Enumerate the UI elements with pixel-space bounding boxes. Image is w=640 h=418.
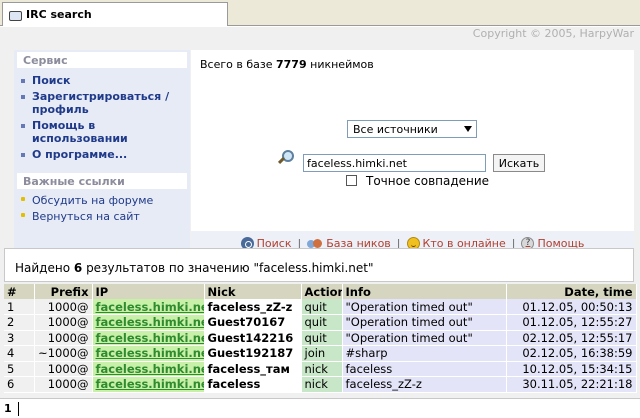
col-header-info[interactable]: Info xyxy=(342,284,507,299)
tab-strip: IRC search xyxy=(0,0,640,26)
cell-num: 5 xyxy=(4,361,35,377)
sidebar-menu: Поиск Зарегистрироваться / профиль Помощ… xyxy=(14,68,190,165)
results-summary: Найдено 6 результатов по значению "facel… xyxy=(4,248,634,282)
sidebar-item-help[interactable]: Помощь в использовании xyxy=(21,119,186,145)
table-row: 3 1000@ faceless.himki.net Guest142216 quit "… xyxy=(4,330,637,346)
results-text: Найдено 6 результатов по значению "facel… xyxy=(15,261,374,275)
bullet-icon xyxy=(21,95,25,99)
cell-num: 2 xyxy=(4,314,35,331)
cell-date: 01.12.05, 00:50:13 xyxy=(506,299,637,315)
cell-ip-link[interactable]: faceless.himki.net xyxy=(92,330,205,346)
results-count: 6 xyxy=(73,261,83,275)
total-count-text: Всего в базе 7779 никнеймов xyxy=(200,58,374,71)
bullet-icon xyxy=(21,197,25,201)
cell-nick: Guest70167 xyxy=(204,314,302,331)
cell-info: #sharp xyxy=(342,345,507,362)
cell-prefix: 1000@ xyxy=(34,361,93,377)
search-button[interactable]: Искать xyxy=(493,154,545,172)
table-row: 4 ~1000@ faceless.himki.net Guest192187 join… xyxy=(4,345,637,362)
cell-action: nick xyxy=(301,361,343,377)
cell-info: faceless xyxy=(342,361,507,377)
table-row: 1 1000@ faceless.himki.net faceless_zZ-z qui… xyxy=(4,299,637,315)
source-select[interactable]: Все источники xyxy=(347,120,477,138)
col-header-action[interactable]: Action xyxy=(301,284,343,299)
cell-info: "Operation timed out" xyxy=(342,299,507,315)
cell-ip-link[interactable]: faceless.himki.net xyxy=(92,345,205,362)
col-header-nick[interactable]: Nick xyxy=(204,284,302,299)
sidebar-link-site[interactable]: Вернуться на сайт xyxy=(21,210,186,223)
cell-ip-link[interactable]: faceless.himki.net xyxy=(92,376,205,393)
table-row: 6 1000@ faceless.himki.net faceless nick face… xyxy=(4,376,637,393)
cell-info: "Operation timed out" xyxy=(342,314,507,331)
cell-num: 3 xyxy=(4,330,35,346)
cell-prefix: ~1000@ xyxy=(34,345,93,362)
cell-action: quit xyxy=(301,299,343,315)
bullet-icon xyxy=(21,213,25,217)
sidebar-item-about[interactable]: О программе... xyxy=(21,148,186,161)
cell-nick: faceless_там xyxy=(204,361,302,377)
cell-date: 02.12.05, 12:55:17 xyxy=(506,330,637,346)
col-header-prefix[interactable]: Prefix xyxy=(34,284,93,299)
exact-match-label: Точное совпадение xyxy=(366,174,490,188)
search-input[interactable] xyxy=(303,154,486,172)
col-header-date[interactable]: Date, time xyxy=(506,284,637,299)
sidebar: Сервис Поиск Зарегистрироваться / профил… xyxy=(14,50,190,268)
tab-title: IRC search xyxy=(26,8,92,21)
cell-date: 30.11.05, 22:21:18 xyxy=(506,376,637,393)
bullet-icon xyxy=(21,79,25,83)
cell-date: 02.12.05, 16:38:59 xyxy=(506,345,637,362)
cell-nick: faceless_zZ-z xyxy=(204,299,302,315)
cell-nick: faceless xyxy=(204,376,302,393)
table-header-row: # Prefix IP Nick Action Info Date, time xyxy=(4,284,637,299)
exact-match-checkbox[interactable] xyxy=(346,175,357,186)
cell-action: nick xyxy=(301,376,343,393)
page-icon xyxy=(8,9,22,21)
bullet-icon xyxy=(21,124,25,128)
cell-num: 6 xyxy=(4,376,35,393)
cell-action: quit xyxy=(301,314,343,331)
cell-ip-link[interactable]: faceless.himki.net xyxy=(92,314,205,331)
chevron-down-icon xyxy=(464,126,472,132)
text-caret xyxy=(17,402,19,416)
sidebar-item-search[interactable]: Поиск xyxy=(21,74,186,87)
cell-date: 01.12.05, 12:55:27 xyxy=(506,314,637,331)
sidebar-section-service: Сервис xyxy=(17,52,187,68)
cell-num: 4 xyxy=(4,345,35,362)
pager: 1 xyxy=(0,398,640,418)
sidebar-link-forum[interactable]: Обсудить на форуме xyxy=(21,194,186,207)
page-number[interactable]: 1 xyxy=(4,402,12,415)
cell-ip-link[interactable]: faceless.himki.net xyxy=(92,361,205,377)
cell-prefix: 1000@ xyxy=(34,330,93,346)
cell-prefix: 1000@ xyxy=(34,376,93,393)
bullet-icon xyxy=(21,153,25,157)
search-panel: Всего в базе 7779 никнеймов Все источник… xyxy=(191,50,634,268)
tab-irc-search[interactable]: IRC search xyxy=(2,2,228,26)
sidebar-item-register[interactable]: Зарегистрироваться / профиль xyxy=(21,90,186,116)
cell-prefix: 1000@ xyxy=(34,314,93,331)
cell-date: 10.12.05, 15:34:15 xyxy=(506,361,637,377)
cell-prefix: 1000@ xyxy=(34,299,93,315)
magnifier-icon xyxy=(277,150,294,166)
cell-info: faceless_zZ-z xyxy=(342,376,507,393)
col-header-num[interactable]: # xyxy=(4,284,35,299)
sidebar-links: Обсудить на форуме Вернуться на сайт xyxy=(14,189,190,223)
copyright: Copyright © 2005, HarpyWar xyxy=(472,27,634,40)
col-header-ip[interactable]: IP xyxy=(92,284,205,299)
cell-action: join xyxy=(301,345,343,362)
total-count: 7779 xyxy=(276,58,307,71)
sidebar-section-links: Важные ссылки xyxy=(17,173,187,189)
cell-ip-link[interactable]: faceless.himki.net xyxy=(92,299,205,315)
cell-nick: Guest192187 xyxy=(204,345,302,362)
table-row: 2 1000@ faceless.himki.net Guest70167 quit "O… xyxy=(4,314,637,331)
page: Copyright © 2005, HarpyWar Сервис Поиск … xyxy=(0,27,640,418)
cell-action: quit xyxy=(301,330,343,346)
cell-nick: Guest142216 xyxy=(204,330,302,346)
table-row: 5 1000@ faceless.himki.net faceless_там nick… xyxy=(4,361,637,377)
cell-info: "Operation timed out" xyxy=(342,330,507,346)
results-table: # Prefix IP Nick Action Info Date, time … xyxy=(4,284,637,393)
cell-num: 1 xyxy=(4,299,35,315)
